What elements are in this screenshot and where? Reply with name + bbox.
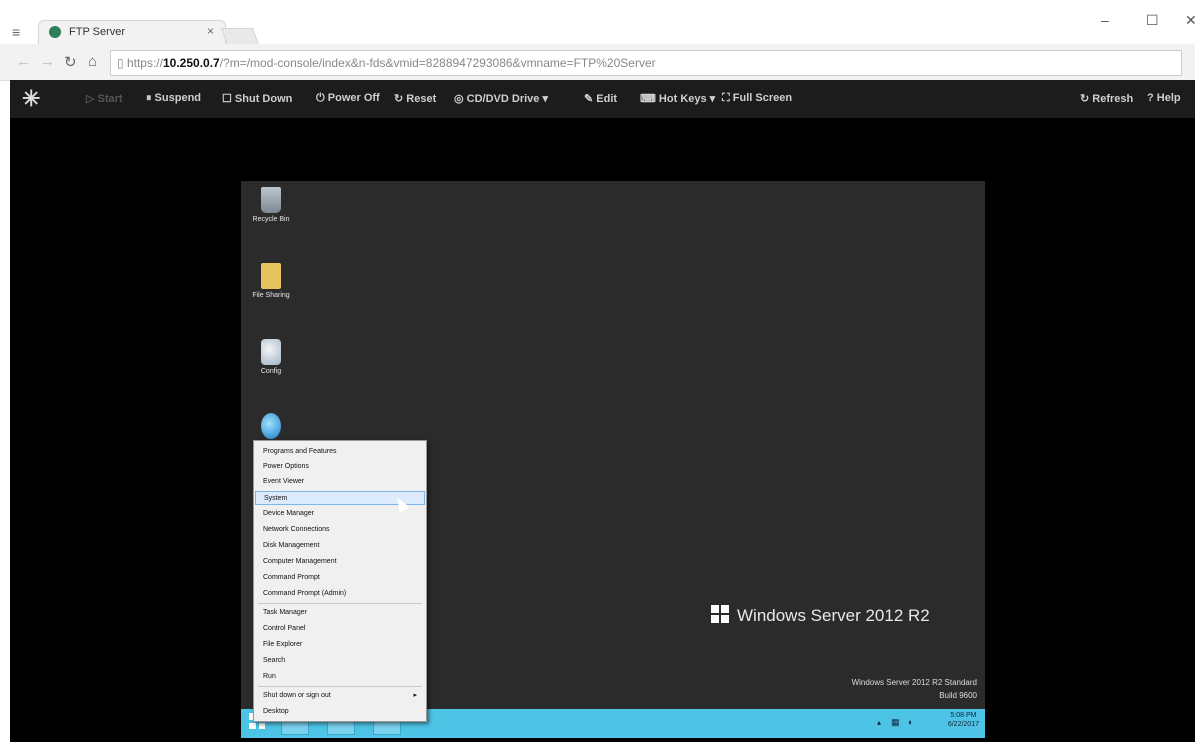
help-button[interactable]: ? Help bbox=[1147, 92, 1181, 104]
cd-dvd-drive-button[interactable]: ◎ CD/DVD Drive ▾ bbox=[454, 92, 548, 105]
menu-item-shut-down-or-sign-out[interactable]: Shut down or sign out ▸ bbox=[255, 689, 425, 703]
winx-context-menu: Programs and Features Power Options Even… bbox=[253, 440, 427, 722]
menu-item-command-prompt-admin[interactable]: Command Prompt (Admin) bbox=[255, 587, 425, 601]
menu-item-desktop[interactable]: Desktop bbox=[255, 705, 425, 719]
build-line: Build 9600 bbox=[939, 691, 977, 700]
recycle-bin-icon bbox=[261, 187, 281, 213]
tab-close-icon[interactable]: × bbox=[207, 24, 214, 38]
os-branding-text: Windows Server 2012 R2 bbox=[737, 606, 930, 625]
menu-item-file-explorer[interactable]: File Explorer bbox=[255, 638, 425, 652]
menu-item-event-viewer[interactable]: Event Viewer bbox=[255, 475, 425, 489]
reload-icon[interactable]: ↻ bbox=[64, 53, 77, 71]
internet-explorer-desktop-icon[interactable] bbox=[241, 413, 301, 442]
desktop-icon-label: Recycle Bin bbox=[252, 216, 290, 223]
taskbar-clock[interactable]: 5:08 PM 6/22/2017 bbox=[948, 711, 979, 729]
os-edition-watermark: Windows Server 2012 R2 Standard Build 96… bbox=[852, 676, 977, 702]
console-toolbar: ✳ ▷ Start ⏸ Suspend ☐ Shut Down ⏻ Power … bbox=[10, 80, 1195, 118]
tray-show-hidden-icon[interactable]: ▴ bbox=[877, 718, 881, 727]
submenu-arrow-icon: ▸ bbox=[413, 692, 417, 699]
menu-separator bbox=[258, 603, 422, 604]
browser-address-bar: ← → ↻ ⌂ ▯ https://10.250.0.7/?m=/mod-con… bbox=[0, 44, 1195, 81]
close-window-button[interactable]: ✕ bbox=[1185, 12, 1195, 29]
back-icon[interactable]: ← bbox=[16, 53, 31, 70]
edit-button[interactable]: ✎ Edit bbox=[584, 92, 617, 105]
suspend-button[interactable]: ⏸ Suspend bbox=[146, 92, 201, 105]
volume-tray-icon[interactable]: ◖ bbox=[907, 717, 912, 727]
menu-item-disk-management[interactable]: Disk Management bbox=[255, 539, 425, 553]
menu-separator bbox=[258, 686, 422, 687]
maximize-window-button[interactable]: ☐ bbox=[1146, 12, 1159, 29]
menu-item-command-prompt[interactable]: Command Prompt bbox=[255, 571, 425, 585]
menu-item-programs-and-features[interactable]: Programs and Features bbox=[255, 445, 425, 459]
tab-title: FTP Server bbox=[69, 26, 126, 38]
url-prefix: https:// bbox=[126, 56, 163, 70]
recycle-bin-desktop-icon[interactable]: Recycle Bin bbox=[241, 187, 301, 223]
os-branding: Windows Server 2012 R2 bbox=[711, 605, 930, 626]
menu-item-power-options[interactable]: Power Options bbox=[255, 460, 425, 474]
menu-item-task-manager[interactable]: Task Manager bbox=[255, 606, 425, 620]
menu-item-label: Shut down or sign out bbox=[263, 692, 331, 699]
windows-logo-icon bbox=[711, 605, 729, 623]
browser-menu-icon[interactable]: ≡ bbox=[12, 24, 20, 40]
desktop-icon-label: File Sharing bbox=[252, 292, 290, 299]
console-logo-icon: ✳ bbox=[22, 86, 41, 111]
url-input[interactable]: ▯ https://10.250.0.7/?m=/mod-console/ind… bbox=[110, 50, 1182, 76]
power-off-button[interactable]: ⏻ Power Off bbox=[316, 92, 380, 105]
config-desktop-icon[interactable]: Config bbox=[241, 339, 301, 375]
network-tray-icon[interactable]: ▦ bbox=[891, 717, 900, 728]
url-host: 10.250.0.7 bbox=[162, 56, 220, 70]
forward-icon[interactable]: → bbox=[40, 53, 55, 70]
shut-down-button[interactable]: ☐ Shut Down bbox=[222, 92, 292, 105]
page-icon: ▯ bbox=[117, 56, 124, 70]
url-path: /?m=/mod-console/index&n-fds&vmid=828894… bbox=[219, 56, 656, 70]
menu-item-network-connections[interactable]: Network Connections bbox=[255, 523, 425, 537]
browser-tab-strip: ≡ FTP Server × – ☐ ✕ bbox=[0, 0, 1195, 45]
edition-line: Windows Server 2012 R2 Standard bbox=[851, 678, 977, 687]
minimize-window-button[interactable]: – bbox=[1101, 12, 1109, 28]
new-tab-button[interactable] bbox=[220, 28, 260, 45]
clock-date: 6/22/2017 bbox=[947, 721, 979, 728]
file-sharing-desktop-icon[interactable]: File Sharing bbox=[241, 263, 301, 299]
start-button[interactable]: ▷ Start bbox=[86, 92, 123, 105]
tab-ftp-server[interactable]: FTP Server × bbox=[38, 20, 226, 45]
home-icon[interactable]: ⌂ bbox=[88, 53, 97, 70]
internet-explorer-icon bbox=[261, 413, 281, 439]
full-screen-button[interactable]: ⛶ Full Screen bbox=[722, 92, 792, 105]
folder-icon bbox=[261, 263, 281, 289]
reset-button[interactable]: ↻ Reset bbox=[394, 92, 436, 105]
menu-item-control-panel[interactable]: Control Panel bbox=[255, 622, 425, 636]
desktop-icon-label: Config bbox=[260, 368, 282, 375]
menu-item-search[interactable]: Search bbox=[255, 654, 425, 668]
menu-item-run[interactable]: Run bbox=[255, 670, 425, 684]
refresh-button[interactable]: ↻ Refresh bbox=[1080, 92, 1133, 105]
config-icon bbox=[261, 339, 281, 365]
tab-favicon-icon bbox=[49, 26, 61, 38]
menu-item-computer-management[interactable]: Computer Management bbox=[255, 555, 425, 569]
clock-time: 5:08 PM bbox=[950, 712, 977, 719]
hot-keys-button[interactable]: ⌨ Hot Keys ▾ bbox=[640, 92, 715, 105]
